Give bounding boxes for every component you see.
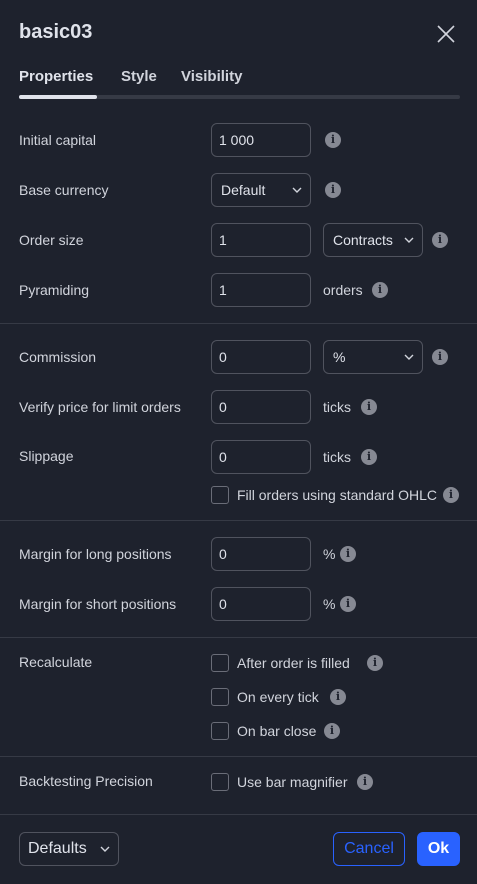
chevron-down-icon: [404, 354, 414, 360]
base-currency-label: Base currency: [19, 182, 109, 198]
tab-visibility[interactable]: Visibility: [181, 68, 242, 85]
on-every-tick-label: On every tick: [237, 689, 319, 705]
divider: [0, 323, 477, 324]
pyramiding-label: Pyramiding: [19, 282, 90, 298]
verify-price-unit: ticks: [323, 399, 351, 415]
base-currency-select[interactable]: Default: [211, 173, 311, 207]
verify-price-input[interactable]: 0: [211, 390, 311, 424]
info-icon[interactable]: i: [372, 282, 388, 298]
divider: [0, 637, 477, 638]
on-every-tick-checkbox[interactable]: [211, 688, 229, 706]
margin-short-unit: %: [323, 596, 336, 612]
slippage-input[interactable]: 0: [211, 440, 311, 474]
info-icon[interactable]: i: [432, 349, 448, 365]
divider: [0, 520, 477, 521]
active-tab-indicator: [19, 95, 97, 99]
info-icon[interactable]: i: [340, 596, 356, 612]
info-icon[interactable]: i: [324, 723, 340, 739]
info-icon[interactable]: i: [361, 449, 377, 465]
chevron-down-icon: [292, 187, 302, 193]
slippage-label: Slippage: [19, 448, 74, 464]
pyramiding-input[interactable]: 1: [211, 273, 311, 307]
margin-long-unit: %: [323, 546, 336, 562]
tab-style[interactable]: Style: [121, 68, 157, 85]
order-size-unit-value: Contracts: [333, 232, 393, 248]
pyramiding-unit: orders: [323, 282, 363, 298]
after-order-filled-label: After order is filled: [237, 655, 350, 671]
on-bar-close-label: On bar close: [237, 723, 317, 739]
on-bar-close-checkbox[interactable]: [211, 722, 229, 740]
after-order-filled-checkbox[interactable]: [211, 654, 229, 672]
margin-long-label: Margin for long positions: [19, 546, 172, 562]
initial-capital-label: Initial capital: [19, 132, 97, 148]
strategy-properties-dialog: basic03 Properties Style Visibility Init…: [0, 0, 477, 884]
info-icon[interactable]: i: [367, 655, 383, 671]
order-size-input[interactable]: 1: [211, 223, 311, 257]
margin-short-input[interactable]: 0: [211, 587, 311, 621]
initial-capital-input[interactable]: 1 000: [211, 123, 311, 157]
commission-label: Commission: [19, 349, 97, 365]
order-size-unit-select[interactable]: Contracts: [323, 223, 423, 257]
chevron-down-icon: [100, 846, 110, 852]
cancel-button[interactable]: Cancel: [333, 832, 405, 866]
info-icon[interactable]: i: [325, 132, 341, 148]
tab-properties[interactable]: Properties: [19, 68, 93, 85]
fill-orders-checkbox[interactable]: [211, 486, 229, 504]
recalculate-label: Recalculate: [19, 654, 93, 670]
commission-unit-select[interactable]: %: [323, 340, 423, 374]
commission-unit-value: %: [333, 349, 346, 365]
info-icon[interactable]: i: [443, 487, 459, 503]
use-bar-magnifier-checkbox[interactable]: [211, 773, 229, 791]
tab-bar: Properties Style Visibility: [19, 68, 460, 100]
slippage-unit: ticks: [323, 449, 351, 465]
ok-button[interactable]: Ok: [417, 832, 460, 866]
chevron-down-icon: [404, 237, 414, 243]
defaults-label: Defaults: [28, 840, 87, 857]
dialog-title: basic03: [19, 21, 93, 43]
fill-orders-label: Fill orders using standard OHLC: [237, 487, 437, 503]
order-size-label: Order size: [19, 232, 84, 248]
info-icon[interactable]: i: [325, 182, 341, 198]
base-currency-value: Default: [221, 182, 266, 198]
info-icon[interactable]: i: [432, 232, 448, 248]
close-icon[interactable]: [434, 22, 458, 46]
divider: [0, 756, 477, 757]
backtesting-precision-label: Backtesting Precision: [19, 773, 153, 789]
margin-short-label: Margin for short positions: [19, 596, 177, 612]
commission-input[interactable]: 0: [211, 340, 311, 374]
info-icon[interactable]: i: [340, 546, 356, 562]
info-icon[interactable]: i: [357, 774, 373, 790]
info-icon[interactable]: i: [330, 689, 346, 705]
verify-price-label: Verify price for limit orders: [19, 399, 181, 415]
defaults-dropdown-button[interactable]: Defaults: [19, 832, 119, 866]
margin-long-input[interactable]: 0: [211, 537, 311, 571]
info-icon[interactable]: i: [361, 399, 377, 415]
use-bar-magnifier-label: Use bar magnifier: [237, 774, 348, 790]
footer-divider: [0, 814, 477, 815]
